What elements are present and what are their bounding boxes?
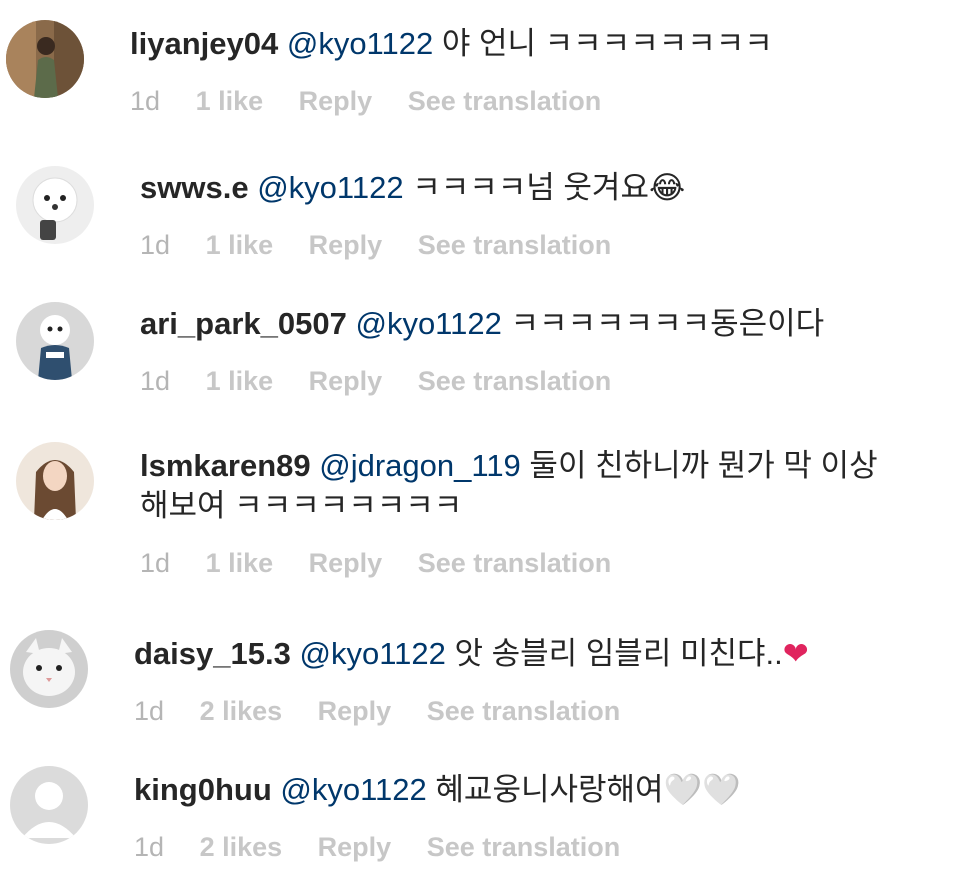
mention-link[interactable]: @kyo1122 bbox=[299, 636, 445, 671]
comment-age: 1d bbox=[140, 366, 171, 396]
comment-line: king0huu @kyo1122 혜교웅니사랑해여🤍🤍 bbox=[134, 770, 741, 810]
reply-button[interactable]: Reply bbox=[309, 230, 383, 261]
likes-count-button[interactable]: 1 like bbox=[206, 548, 274, 579]
white-dog-sweater-avatar-icon bbox=[16, 302, 94, 380]
username-link[interactable]: ari_park_0507 bbox=[140, 306, 347, 341]
comment-text: 야 언니 ㅋㅋㅋㅋㅋㅋㅋㅋ bbox=[441, 26, 773, 61]
avatar[interactable] bbox=[10, 766, 88, 844]
comment-meta: 1d 1 like Reply See translation bbox=[140, 366, 824, 397]
comment-meta: 1d 2 likes Reply See translation bbox=[134, 832, 741, 863]
comment-text-continued: 해보여 ㅋㅋㅋㅋㅋㅋㅋㅋ bbox=[140, 488, 463, 523]
comment-line: ari_park_0507 @kyo1122 ㅋㅋㅋㅋㅋㅋㅋ동은이다 bbox=[140, 304, 824, 344]
avatar[interactable] bbox=[10, 630, 88, 708]
white-heart-icon: 🤍🤍 bbox=[663, 772, 741, 807]
woman-long-hair-avatar-icon bbox=[16, 442, 94, 520]
username-link[interactable]: king0huu bbox=[134, 772, 272, 807]
white-cat-avatar-icon bbox=[10, 630, 88, 708]
red-heart-icon: ❤ bbox=[782, 636, 809, 671]
see-translation-button[interactable]: See translation bbox=[418, 230, 612, 261]
reply-button[interactable]: Reply bbox=[299, 86, 373, 117]
comment-text: 앗 송블리 임블리 미친댜.. bbox=[454, 636, 783, 671]
reply-button[interactable]: Reply bbox=[318, 696, 392, 727]
comment-text: 둘이 친하니까 뭔가 막 이상 bbox=[529, 448, 878, 483]
see-translation-button[interactable]: See translation bbox=[408, 86, 602, 117]
see-translation-button[interactable]: See translation bbox=[418, 548, 612, 579]
comment-line-continued: 해보여 ㅋㅋㅋㅋㅋㅋㅋㅋ bbox=[140, 486, 878, 526]
comment-text: ㅋㅋㅋㅋㅋㅋㅋ동은이다 bbox=[510, 306, 825, 341]
username-link[interactable]: lsmkaren89 bbox=[140, 448, 311, 483]
comment-body: ari_park_0507 @kyo1122 ㅋㅋㅋㅋㅋㅋㅋ동은이다 1d 1 … bbox=[140, 304, 824, 397]
likes-count-button[interactable]: 2 likes bbox=[200, 832, 283, 863]
comment-text: ㅋㅋㅋㅋ넘 웃겨요 bbox=[412, 170, 649, 205]
comment-body: lsmkaren89 @jdragon_119 둘이 친하니까 뭔가 막 이상 … bbox=[140, 446, 878, 579]
comment-age: 1d bbox=[134, 696, 165, 726]
likes-count-button[interactable]: 1 like bbox=[196, 86, 264, 117]
likes-count-button[interactable]: 2 likes bbox=[200, 696, 283, 727]
comment-meta: 1d 1 like Reply See translation bbox=[140, 230, 685, 261]
reply-button[interactable]: Reply bbox=[309, 366, 383, 397]
comment-age: 1d bbox=[140, 230, 171, 260]
reply-button[interactable]: Reply bbox=[318, 832, 392, 863]
comment-meta: 1d 1 like Reply See translation bbox=[140, 548, 878, 579]
mention-link[interactable]: @kyo1122 bbox=[257, 170, 403, 205]
default-avatar-icon bbox=[10, 766, 88, 844]
username-link[interactable]: daisy_15.3 bbox=[134, 636, 291, 671]
white-poodle-avatar-icon bbox=[16, 166, 94, 244]
mention-link[interactable]: @kyo1122 bbox=[280, 772, 426, 807]
likes-count-button[interactable]: 1 like bbox=[206, 366, 274, 397]
avatar[interactable] bbox=[16, 442, 94, 520]
see-translation-button[interactable]: See translation bbox=[418, 366, 612, 397]
username-link[interactable]: swws.e bbox=[140, 170, 249, 205]
comment-line: daisy_15.3 @kyo1122 앗 송블리 임블리 미친댜..❤ bbox=[134, 634, 809, 674]
comment-meta: 1d 1 like Reply See translation bbox=[130, 86, 773, 117]
mention-link[interactable]: @kyo1122 bbox=[287, 26, 433, 61]
reply-button[interactable]: Reply bbox=[309, 548, 383, 579]
mention-link[interactable]: @kyo1122 bbox=[355, 306, 501, 341]
woman-mirror-selfie-avatar-icon bbox=[6, 20, 84, 98]
comment-body: liyanjey04 @kyo1122 야 언니 ㅋㅋㅋㅋㅋㅋㅋㅋ 1d 1 l… bbox=[130, 24, 773, 117]
comment-age: 1d bbox=[130, 86, 161, 116]
username-link[interactable]: liyanjey04 bbox=[130, 26, 278, 61]
see-translation-button[interactable]: See translation bbox=[427, 832, 621, 863]
see-translation-button[interactable]: See translation bbox=[427, 696, 621, 727]
likes-count-button[interactable]: 1 like bbox=[206, 230, 274, 261]
avatar[interactable] bbox=[16, 302, 94, 380]
mention-link[interactable]: @jdragon_119 bbox=[319, 448, 521, 483]
comment-line: swws.e @kyo1122 ㅋㅋㅋㅋ넘 웃겨요😂 bbox=[140, 168, 685, 208]
comment-body: king0huu @kyo1122 혜교웅니사랑해여🤍🤍 1d 2 likes … bbox=[134, 770, 741, 863]
comment-text: 혜교웅니사랑해여 bbox=[435, 772, 664, 807]
comment-line: lsmkaren89 @jdragon_119 둘이 친하니까 뭔가 막 이상 bbox=[140, 446, 878, 486]
laughing-emoji-icon: 😂 bbox=[648, 170, 686, 205]
comment-body: daisy_15.3 @kyo1122 앗 송블리 임블리 미친댜..❤ 1d … bbox=[134, 634, 809, 727]
comment-meta: 1d 2 likes Reply See translation bbox=[134, 696, 809, 727]
avatar[interactable] bbox=[6, 20, 84, 98]
comment-line: liyanjey04 @kyo1122 야 언니 ㅋㅋㅋㅋㅋㅋㅋㅋ bbox=[130, 24, 773, 64]
comment-body: swws.e @kyo1122 ㅋㅋㅋㅋ넘 웃겨요😂 1d 1 like Rep… bbox=[140, 168, 685, 261]
comment-age: 1d bbox=[134, 832, 165, 862]
avatar[interactable] bbox=[16, 166, 94, 244]
comment-age: 1d bbox=[140, 548, 171, 578]
